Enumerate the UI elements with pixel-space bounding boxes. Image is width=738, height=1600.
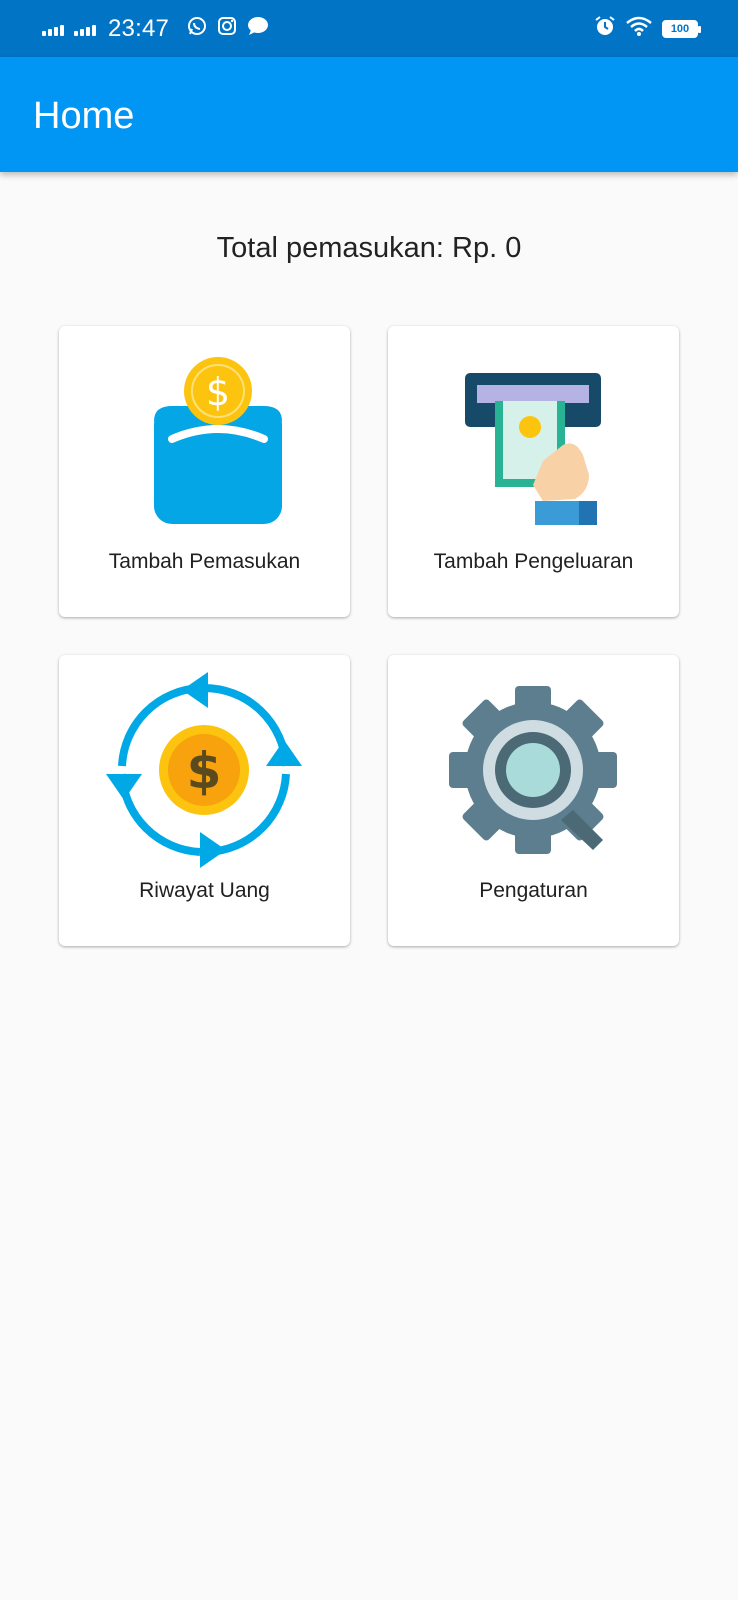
status-bar-right: 100	[594, 0, 701, 57]
gear-icon	[423, 665, 643, 875]
settings-card[interactable]: Pengaturan	[388, 655, 679, 946]
status-bar-left: 23:47	[42, 0, 269, 57]
message-icon	[247, 16, 269, 41]
page-title: Home	[33, 95, 135, 137]
money-cycle-icon: $	[94, 665, 314, 875]
whatsapp-icon	[187, 16, 207, 41]
total-income-text: Total pemasukan: Rp. 0	[216, 232, 522, 264]
alarm-icon	[594, 15, 616, 42]
money-history-card[interactable]: $ Riwayat Uang	[59, 655, 350, 946]
card-label: Pengaturan	[479, 879, 588, 902]
status-bar: 23:47 100	[0, 0, 738, 57]
app-bar: Home	[0, 57, 738, 172]
signal-icon	[74, 22, 96, 36]
instagram-icon	[217, 16, 237, 41]
svg-text:$: $	[206, 370, 230, 414]
card-label: Tambah Pengeluaran	[433, 550, 634, 573]
card-label: Riwayat Uang	[139, 879, 270, 902]
atm-cash-icon	[423, 336, 643, 546]
battery-icon: 100	[662, 19, 701, 38]
card-label: Tambah Pemasukan	[108, 550, 301, 573]
signal-icon	[42, 22, 64, 36]
svg-text:$: $	[187, 742, 222, 800]
wifi-icon	[626, 16, 652, 41]
add-income-card[interactable]: $ Tambah Pemasukan	[59, 326, 350, 617]
status-time: 23:47	[108, 14, 170, 42]
wallet-coin-icon: $	[94, 336, 314, 546]
add-expense-card[interactable]: Tambah Pengeluaran	[388, 326, 679, 617]
